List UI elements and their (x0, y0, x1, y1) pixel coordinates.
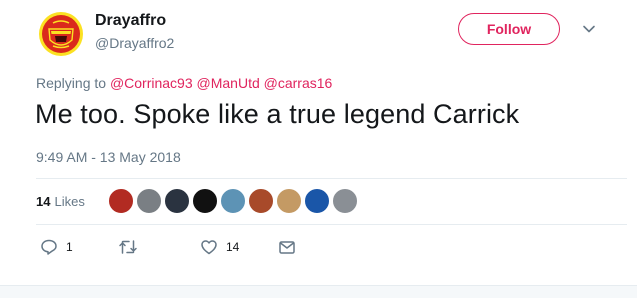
like-button[interactable]: 14 (200, 238, 239, 256)
tweet-text: Me too. Spoke like a true legend Carrick (35, 99, 520, 129)
author-avatar[interactable] (36, 9, 86, 59)
reply-count: 1 (66, 240, 73, 254)
likes-label: Likes (54, 194, 85, 209)
replying-to-label: Replying to (36, 75, 107, 91)
chevron-down-icon[interactable] (580, 20, 598, 38)
liker-avatar[interactable] (276, 188, 302, 214)
likes-summary[interactable]: 14 Likes (36, 194, 85, 209)
direct-message-button[interactable] (278, 238, 296, 256)
heart-icon (201, 240, 217, 255)
liker-avatar[interactable] (248, 188, 274, 214)
mention-link[interactable]: @ManUtd (197, 75, 260, 91)
follow-button[interactable]: Follow (458, 13, 560, 45)
liker-avatar[interactable] (220, 188, 246, 214)
author-display-name[interactable]: Drayaffro (95, 12, 166, 30)
reply-icon (41, 239, 57, 255)
replying-to-line: Replying to @Corrinac93 @ManUtd @carras1… (36, 75, 332, 91)
liker-avatar[interactable] (332, 188, 358, 214)
likes-count: 14 (36, 194, 51, 209)
retweet-icon (119, 240, 137, 254)
retweet-button[interactable] (118, 238, 146, 256)
liker-avatar[interactable] (108, 188, 134, 214)
tweet-timestamp[interactable]: 9:49 AM - 13 May 2018 (36, 149, 181, 165)
reply-button[interactable]: 1 (40, 238, 73, 256)
author-handle[interactable]: @Drayaffro2 (95, 35, 174, 51)
divider (36, 178, 627, 179)
liker-avatar[interactable] (304, 188, 330, 214)
card-footer-strip (0, 285, 637, 298)
divider (36, 224, 627, 225)
like-count: 14 (226, 240, 240, 254)
liker-avatar[interactable] (192, 188, 218, 214)
club-crest-icon (36, 9, 86, 59)
liker-avatar[interactable] (136, 188, 162, 214)
mention-link[interactable]: @carras16 (264, 75, 333, 91)
envelope-icon (279, 241, 295, 254)
liker-avatar[interactable] (164, 188, 190, 214)
mention-link[interactable]: @Corrinac93 (110, 75, 193, 91)
